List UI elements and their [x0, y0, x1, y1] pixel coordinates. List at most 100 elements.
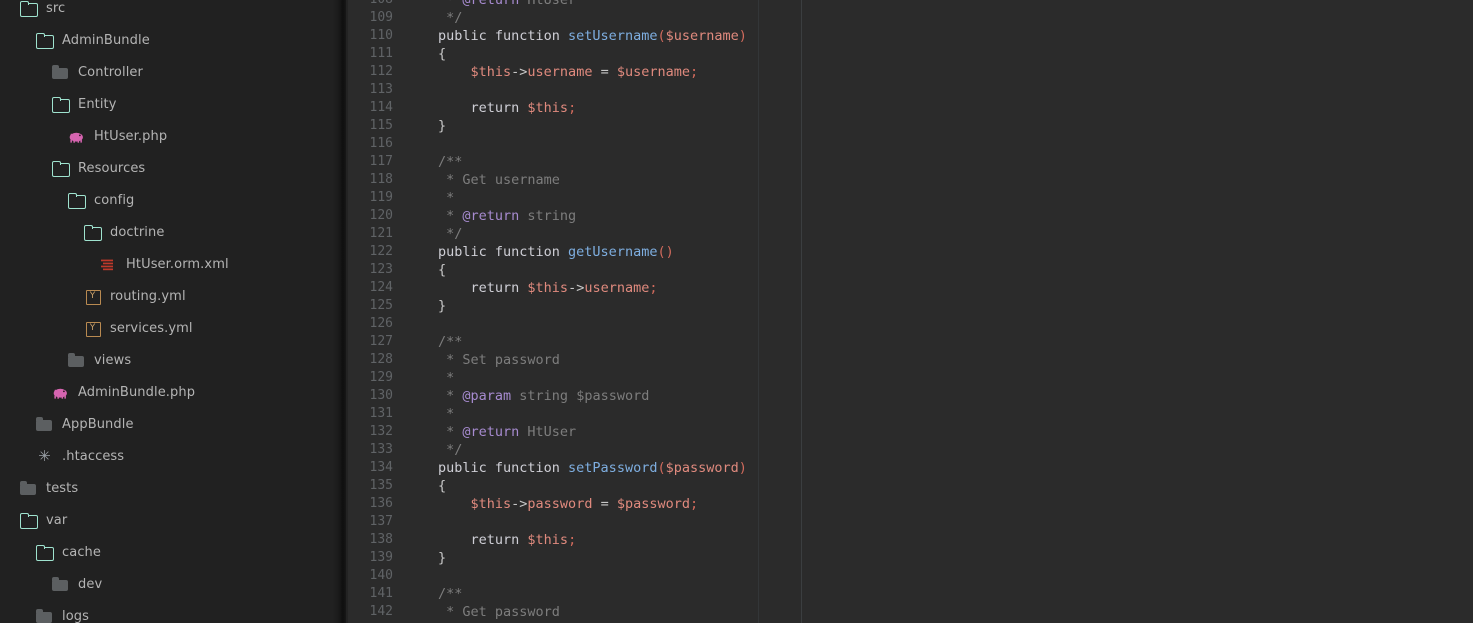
code-line[interactable]: 125} [346, 297, 1473, 315]
tree-item-controller[interactable]: Controller [0, 56, 346, 88]
line-number[interactable]: 124 [346, 279, 398, 297]
tree-item-services-yml[interactable]: Yservices.yml [0, 312, 346, 344]
code-line-text[interactable]: * @param string $password [398, 387, 1473, 405]
line-number[interactable]: 140 [346, 567, 398, 585]
code-line-text[interactable]: public function setUsername($username) [398, 27, 1473, 45]
line-number[interactable]: 108 [346, 0, 398, 9]
code-line-text[interactable]: * Set password [398, 351, 1473, 369]
line-number[interactable]: 137 [346, 513, 398, 531]
code-line[interactable]: 122 public function getUsername() [346, 243, 1473, 261]
code-line[interactable]: 118 * Get username [346, 171, 1473, 189]
code-line[interactable]: 137 [346, 513, 1473, 531]
code-line[interactable]: 108 * @return HtUser [346, 0, 1473, 9]
tree-item-htuser-php[interactable]: HtUser.php [0, 120, 346, 152]
code-line[interactable]: 132 * @return HtUser [346, 423, 1473, 441]
code-line[interactable]: 119 * [346, 189, 1473, 207]
code-line-text[interactable]: /** [398, 585, 1473, 603]
code-line[interactable]: 123 { [346, 261, 1473, 279]
code-line-text[interactable]: */ [398, 9, 1473, 27]
line-number[interactable]: 110 [346, 27, 398, 45]
line-number[interactable]: 119 [346, 189, 398, 207]
code-line-text[interactable]: * [398, 405, 1473, 423]
tree-item-views[interactable]: views [0, 344, 346, 376]
line-number[interactable]: 113 [346, 81, 398, 99]
line-number[interactable]: 123 [346, 261, 398, 279]
code-line[interactable]: 114 return $this; [346, 99, 1473, 117]
line-number[interactable]: 128 [346, 351, 398, 369]
code-line-text[interactable]: */ [398, 441, 1473, 459]
line-number[interactable]: 118 [346, 171, 398, 189]
line-number[interactable]: 125 [346, 297, 398, 315]
line-number[interactable]: 120 [346, 207, 398, 225]
line-number[interactable]: 121 [346, 225, 398, 243]
tree-item-adminbundle[interactable]: AdminBundle [0, 24, 346, 56]
code-line[interactable]: 136 $this->password = $password; [346, 495, 1473, 513]
tree-item-appbundle[interactable]: AppBundle [0, 408, 346, 440]
code-line-text[interactable]: } [398, 297, 1473, 315]
tree-item-entity[interactable]: Entity [0, 88, 346, 120]
tree-item-tests[interactable]: tests [0, 472, 346, 504]
code-line[interactable]: 112 $this->username = $username; [346, 63, 1473, 81]
code-line[interactable]: 111 { [346, 45, 1473, 63]
code-line-text[interactable]: */ [398, 225, 1473, 243]
line-number[interactable]: 116 [346, 135, 398, 153]
line-number[interactable]: 131 [346, 405, 398, 423]
code-line-text[interactable]: return $this; [398, 99, 1473, 117]
code-line-text[interactable]: { [398, 477, 1473, 495]
line-number[interactable]: 132 [346, 423, 398, 441]
code-line-text[interactable]: return $this->username; [398, 279, 1473, 297]
line-number[interactable]: 126 [346, 315, 398, 333]
code-line[interactable]: 139} [346, 549, 1473, 567]
tree-item-resources[interactable]: Resources [0, 152, 346, 184]
line-number[interactable]: 115 [346, 117, 398, 135]
line-number[interactable]: 134 [346, 459, 398, 477]
code-line[interactable]: 121 */ [346, 225, 1473, 243]
code-line-text[interactable]: /** [398, 333, 1473, 351]
tree-item-doctrine[interactable]: doctrine [0, 216, 346, 248]
line-number[interactable]: 109 [346, 9, 398, 27]
code-line[interactable]: 133 */ [346, 441, 1473, 459]
code-line[interactable]: 142 * Get password [346, 603, 1473, 621]
code-line-text[interactable]: * Get password [398, 603, 1473, 621]
code-content[interactable]: 108 * @return HtUser109 */110public func… [346, 0, 1473, 621]
code-line-text[interactable]: } [398, 117, 1473, 135]
code-line-text[interactable]: public function setPassword($password) [398, 459, 1473, 477]
code-line-text[interactable]: * @return HtUser [398, 0, 1473, 9]
code-line-text[interactable]: * @return string [398, 207, 1473, 225]
code-line[interactable]: 115} [346, 117, 1473, 135]
line-number[interactable]: 138 [346, 531, 398, 549]
code-line[interactable]: 116 [346, 135, 1473, 153]
code-editor[interactable]: 108 * @return HtUser109 */110public func… [346, 0, 1473, 623]
tree-item-config[interactable]: config [0, 184, 346, 216]
code-line[interactable]: 117 /** [346, 153, 1473, 171]
code-line-text[interactable]: { [398, 261, 1473, 279]
code-line-text[interactable]: public function getUsername() [398, 243, 1473, 261]
tree-item-cache[interactable]: cache [0, 536, 346, 568]
tree-item-htaccess[interactable]: ✳ .htaccess [0, 440, 346, 472]
code-line-text[interactable]: return $this; [398, 531, 1473, 549]
line-number[interactable]: 111 [346, 45, 398, 63]
code-line-text[interactable]: * Get username [398, 171, 1473, 189]
tree-item-dev[interactable]: dev [0, 568, 346, 600]
code-line[interactable]: 129 * [346, 369, 1473, 387]
line-number[interactable]: 114 [346, 99, 398, 117]
project-tree[interactable]: src AdminBundle Controller Entity HtUser.php… [0, 0, 346, 623]
tree-item-logs[interactable]: logs [0, 600, 346, 623]
line-number[interactable]: 130 [346, 387, 398, 405]
code-line[interactable]: 127 /** [346, 333, 1473, 351]
code-line[interactable]: 134 public function setPassword($password… [346, 459, 1473, 477]
line-number[interactable]: 127 [346, 333, 398, 351]
code-line[interactable]: 126 [346, 315, 1473, 333]
project-sidebar[interactable]: src AdminBundle Controller Entity HtUser.php… [0, 0, 346, 623]
code-line[interactable]: 140 [346, 567, 1473, 585]
line-number[interactable]: 133 [346, 441, 398, 459]
code-line-text[interactable]: /** [398, 153, 1473, 171]
code-line[interactable]: 138 return $this; [346, 531, 1473, 549]
code-line[interactable]: 124 return $this->username; [346, 279, 1473, 297]
code-line-text[interactable]: * [398, 189, 1473, 207]
code-line[interactable]: 113 [346, 81, 1473, 99]
line-number[interactable]: 136 [346, 495, 398, 513]
line-number[interactable]: 117 [346, 153, 398, 171]
code-line-text[interactable]: } [398, 549, 1473, 567]
code-line-text[interactable]: $this->username = $username; [398, 63, 1473, 81]
